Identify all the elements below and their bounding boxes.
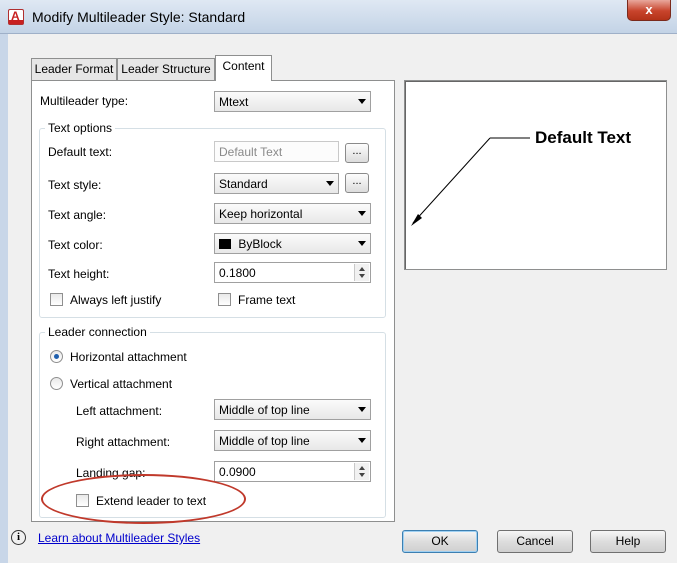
right-attachment-label: Right attachment:: [76, 435, 171, 449]
tab-label: Leader Structure: [121, 62, 211, 76]
spinner-arrows-icon[interactable]: [354, 463, 369, 480]
frame-text-label: Frame text: [238, 293, 296, 307]
chevron-down-icon: [358, 99, 366, 104]
preview-default-text: Default Text: [535, 128, 632, 147]
text-height-label: Text height:: [48, 267, 110, 281]
right-attachment-dropdown[interactable]: Middle of top line: [214, 430, 371, 451]
text-angle-dropdown[interactable]: Keep horizontal: [214, 203, 371, 224]
multileader-type-label: Multileader type:: [40, 94, 129, 108]
text-color-value: ByBlock: [238, 237, 282, 251]
text-color-label: Text color:: [48, 238, 103, 252]
highlight-annotation: [41, 474, 246, 524]
chevron-down-icon: [358, 438, 366, 443]
tab-label: Content: [222, 59, 265, 73]
text-style-value: Standard: [219, 177, 268, 191]
title-bar: Modify Multileader Style: Standard x: [0, 0, 677, 34]
default-text-label: Default text:: [48, 145, 113, 159]
chevron-down-icon: [358, 211, 366, 216]
chevron-down-icon: [326, 181, 334, 186]
help-button[interactable]: Help: [590, 530, 666, 553]
text-angle-label: Text angle:: [48, 208, 107, 222]
text-style-browse-button[interactable]: ...: [345, 173, 369, 193]
text-options-legend: Text options: [45, 121, 116, 135]
chevron-down-icon: [358, 241, 366, 246]
info-icon: i: [11, 530, 26, 545]
left-attachment-dropdown[interactable]: Middle of top line: [214, 399, 371, 420]
text-height-field[interactable]: 0.1800: [214, 262, 371, 283]
tab-label: Leader Format: [34, 62, 114, 76]
leader-preview-graphic: [411, 137, 530, 226]
tab-leader-format[interactable]: Leader Format: [31, 58, 117, 80]
landing-gap-field[interactable]: 0.0900: [214, 461, 371, 482]
landing-gap-value: 0.0900: [219, 465, 256, 479]
ok-button[interactable]: OK: [402, 530, 478, 553]
preview-pane: Default Text: [404, 80, 667, 270]
learn-about-link[interactable]: Learn about Multileader Styles: [38, 531, 200, 545]
text-angle-value: Keep horizontal: [219, 207, 303, 221]
autocad-app-icon: [8, 9, 24, 25]
left-attachment-label: Left attachment:: [76, 404, 163, 418]
leader-connection-legend: Leader connection: [45, 325, 150, 339]
always-left-justify-checkbox[interactable]: [50, 293, 63, 306]
multileader-type-dropdown[interactable]: Mtext: [214, 91, 371, 112]
tab-leader-structure[interactable]: Leader Structure: [117, 58, 215, 80]
spinner-arrows-icon[interactable]: [354, 264, 369, 281]
text-style-label: Text style:: [48, 178, 102, 192]
cancel-button[interactable]: Cancel: [497, 530, 573, 553]
color-swatch: [219, 239, 231, 249]
default-text-browse-button[interactable]: ...: [345, 143, 369, 163]
frame-text-checkbox[interactable]: [218, 293, 231, 306]
always-left-justify-label: Always left justify: [70, 293, 162, 307]
text-style-dropdown[interactable]: Standard: [214, 173, 339, 194]
leader-line: [412, 137, 491, 224]
multileader-type-value: Mtext: [219, 95, 249, 109]
chevron-down-icon: [358, 407, 366, 412]
horizontal-attachment-radio[interactable]: [50, 350, 63, 363]
vertical-attachment-radio[interactable]: [50, 377, 63, 390]
text-height-value: 0.1800: [219, 266, 256, 280]
window-title: Modify Multileader Style: Standard: [32, 9, 246, 25]
window-frame: [0, 34, 8, 563]
close-button[interactable]: x: [627, 0, 671, 21]
text-color-dropdown[interactable]: ByBlock: [214, 233, 371, 254]
arrowhead-icon: [411, 214, 422, 226]
default-text-field[interactable]: Default Text: [214, 141, 339, 162]
horizontal-attachment-label: Horizontal attachment: [70, 350, 187, 364]
vertical-attachment-label: Vertical attachment: [70, 377, 173, 391]
left-attachment-value: Middle of top line: [219, 403, 310, 417]
tab-content[interactable]: Content: [215, 55, 272, 81]
right-attachment-value: Middle of top line: [219, 434, 310, 448]
